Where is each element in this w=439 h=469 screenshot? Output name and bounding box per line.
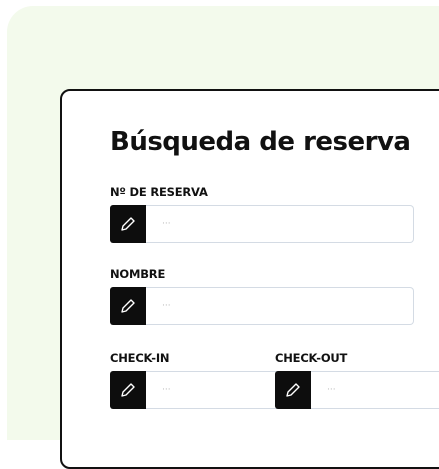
check-out-input[interactable] xyxy=(311,371,439,409)
pencil-icon[interactable] xyxy=(110,371,146,409)
pencil-icon[interactable] xyxy=(275,371,311,409)
check-in-field xyxy=(110,371,283,409)
name-input[interactable] xyxy=(146,287,414,325)
pencil-icon-glyph xyxy=(121,383,135,397)
reservation-number-label: Nº DE RESERVA xyxy=(110,185,208,199)
pencil-icon-glyph xyxy=(121,217,135,231)
pencil-icon[interactable] xyxy=(110,287,146,325)
reservation-number-field xyxy=(110,205,414,243)
check-in-label: CHECK-IN xyxy=(110,351,170,365)
check-in-input[interactable] xyxy=(146,371,283,409)
pencil-icon-glyph xyxy=(286,383,300,397)
pencil-icon-glyph xyxy=(121,299,135,313)
page-title: Búsqueda de reserva xyxy=(110,127,411,157)
pencil-icon[interactable] xyxy=(110,205,146,243)
name-field xyxy=(110,287,414,325)
page: Búsqueda de reserva Nº DE RESERVA NOMBRE… xyxy=(0,0,439,469)
name-label: NOMBRE xyxy=(110,267,166,281)
check-out-field xyxy=(275,371,439,409)
check-out-label: CHECK-OUT xyxy=(275,351,348,365)
reservation-number-input[interactable] xyxy=(146,205,414,243)
